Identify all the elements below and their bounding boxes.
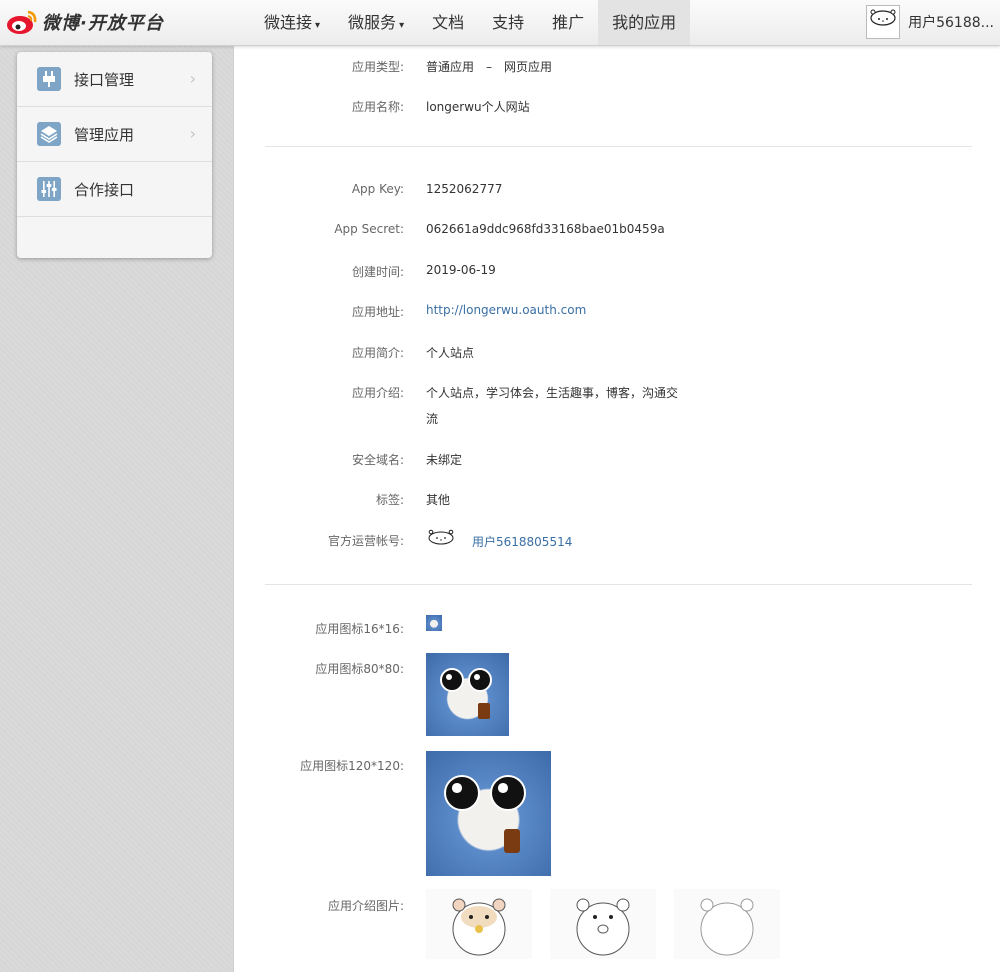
field-label: 应用图标120*120: xyxy=(300,759,404,773)
field-label: 应用图标16*16: xyxy=(315,622,404,636)
app-intro-value-line2: 流 xyxy=(426,412,439,426)
secure-domain-value: 未绑定 xyxy=(426,453,463,467)
app-brief-value: 个人站点 xyxy=(426,346,475,360)
field-label: 应用类型: xyxy=(351,60,404,74)
app-icon-120 xyxy=(426,751,551,876)
app-url-link[interactable]: http://longerwu.oauth.com xyxy=(426,303,586,317)
layers-icon xyxy=(37,122,61,146)
sidebar: 接口管理 › 管理应用 › 合作接口 xyxy=(17,52,212,258)
app-intro-value-line1: 个人站点，学习体会，生活趣事，博客，沟通交 xyxy=(426,386,679,400)
sliders-icon xyxy=(37,177,61,201)
nav-docs[interactable]: 文档 xyxy=(418,0,478,45)
divider xyxy=(265,146,972,147)
intro-image-3[interactable] xyxy=(674,889,780,959)
nav-support[interactable]: 支持 xyxy=(478,0,538,45)
nav-my-apps[interactable]: 我的应用 xyxy=(598,0,691,45)
chevron-down-icon: ▾ xyxy=(315,20,321,31)
created-time-value: 2019-06-19 xyxy=(426,263,496,277)
sidebar-item-manage-app[interactable]: 管理应用 › xyxy=(17,107,212,162)
intro-image-1[interactable] xyxy=(426,889,532,959)
user-menu[interactable]: 用户56188... xyxy=(866,4,1000,40)
field-label: App Secret: xyxy=(334,222,404,236)
divider xyxy=(265,584,972,585)
field-label: 应用图标80*80: xyxy=(315,662,404,676)
intro-image-2[interactable] xyxy=(550,889,656,959)
field-label: 应用介绍图片: xyxy=(327,899,404,913)
app-type-value: 普通应用 – 网页应用 xyxy=(426,60,553,74)
main-nav: 微连接 ▾ 微服务 ▾ 文档 支持 推广 我的应用 xyxy=(250,0,691,45)
app-secret-value: 062661a9ddc968fd33168bae01b0459a xyxy=(426,222,665,236)
weibo-eye-icon xyxy=(7,10,37,34)
sidebar-item-label: 接口管理 xyxy=(74,70,135,89)
app-key-value: 1252062777 xyxy=(426,182,503,196)
app-icon-80 xyxy=(426,653,509,736)
nav-weilianjie[interactable]: 微连接 ▾ xyxy=(250,0,334,45)
account-avatar-icon xyxy=(428,529,454,545)
field-label: 应用名称: xyxy=(351,100,404,114)
chevron-right-icon: › xyxy=(189,124,196,143)
field-label: 标签: xyxy=(375,493,404,507)
logo-text: 微博·开放平台 xyxy=(42,13,164,34)
field-label: 官方运营帐号: xyxy=(327,534,404,548)
app-detail-panel: 应用类型: 普通应用 – 网页应用 应用名称: longerwu个人网站 App… xyxy=(233,45,1000,972)
chevron-down-icon: ▾ xyxy=(399,20,405,31)
app-icon-16 xyxy=(426,615,442,631)
nav-weifuwu[interactable]: 微服务 ▾ xyxy=(334,0,418,45)
nav-label: 微连接 xyxy=(264,13,313,32)
field-label: 应用简介: xyxy=(351,346,404,360)
nav-label: 微服务 xyxy=(348,13,397,32)
weibo-logo[interactable]: 微博·开放平台 xyxy=(6,6,164,38)
field-label: 安全域名: xyxy=(351,453,404,467)
top-navbar: 微博·开放平台 微连接 ▾ 微服务 ▾ 文档 支持 推广 我的应用 用户56188.… xyxy=(0,0,1000,46)
official-account-link[interactable]: 用户5618805514 xyxy=(472,533,572,550)
app-name-value: longerwu个人网站 xyxy=(426,100,530,114)
sidebar-item-label: 管理应用 xyxy=(74,125,135,144)
user-name: 用户56188... xyxy=(908,15,994,31)
avatar xyxy=(866,5,901,39)
field-label: App Key: xyxy=(351,182,404,196)
sidebar-item-cooperation-api[interactable]: 合作接口 xyxy=(17,162,212,217)
field-label: 应用地址: xyxy=(351,305,404,319)
plug-icon xyxy=(37,67,61,91)
sidebar-item-label: 合作接口 xyxy=(74,180,135,199)
chevron-right-icon: › xyxy=(189,69,196,88)
field-label: 创建时间: xyxy=(351,265,404,279)
tag-value: 其他 xyxy=(426,493,451,507)
nav-promote[interactable]: 推广 xyxy=(538,0,598,45)
field-label: 应用介绍: xyxy=(351,386,404,400)
sidebar-item-api-management[interactable]: 接口管理 › xyxy=(17,52,212,107)
